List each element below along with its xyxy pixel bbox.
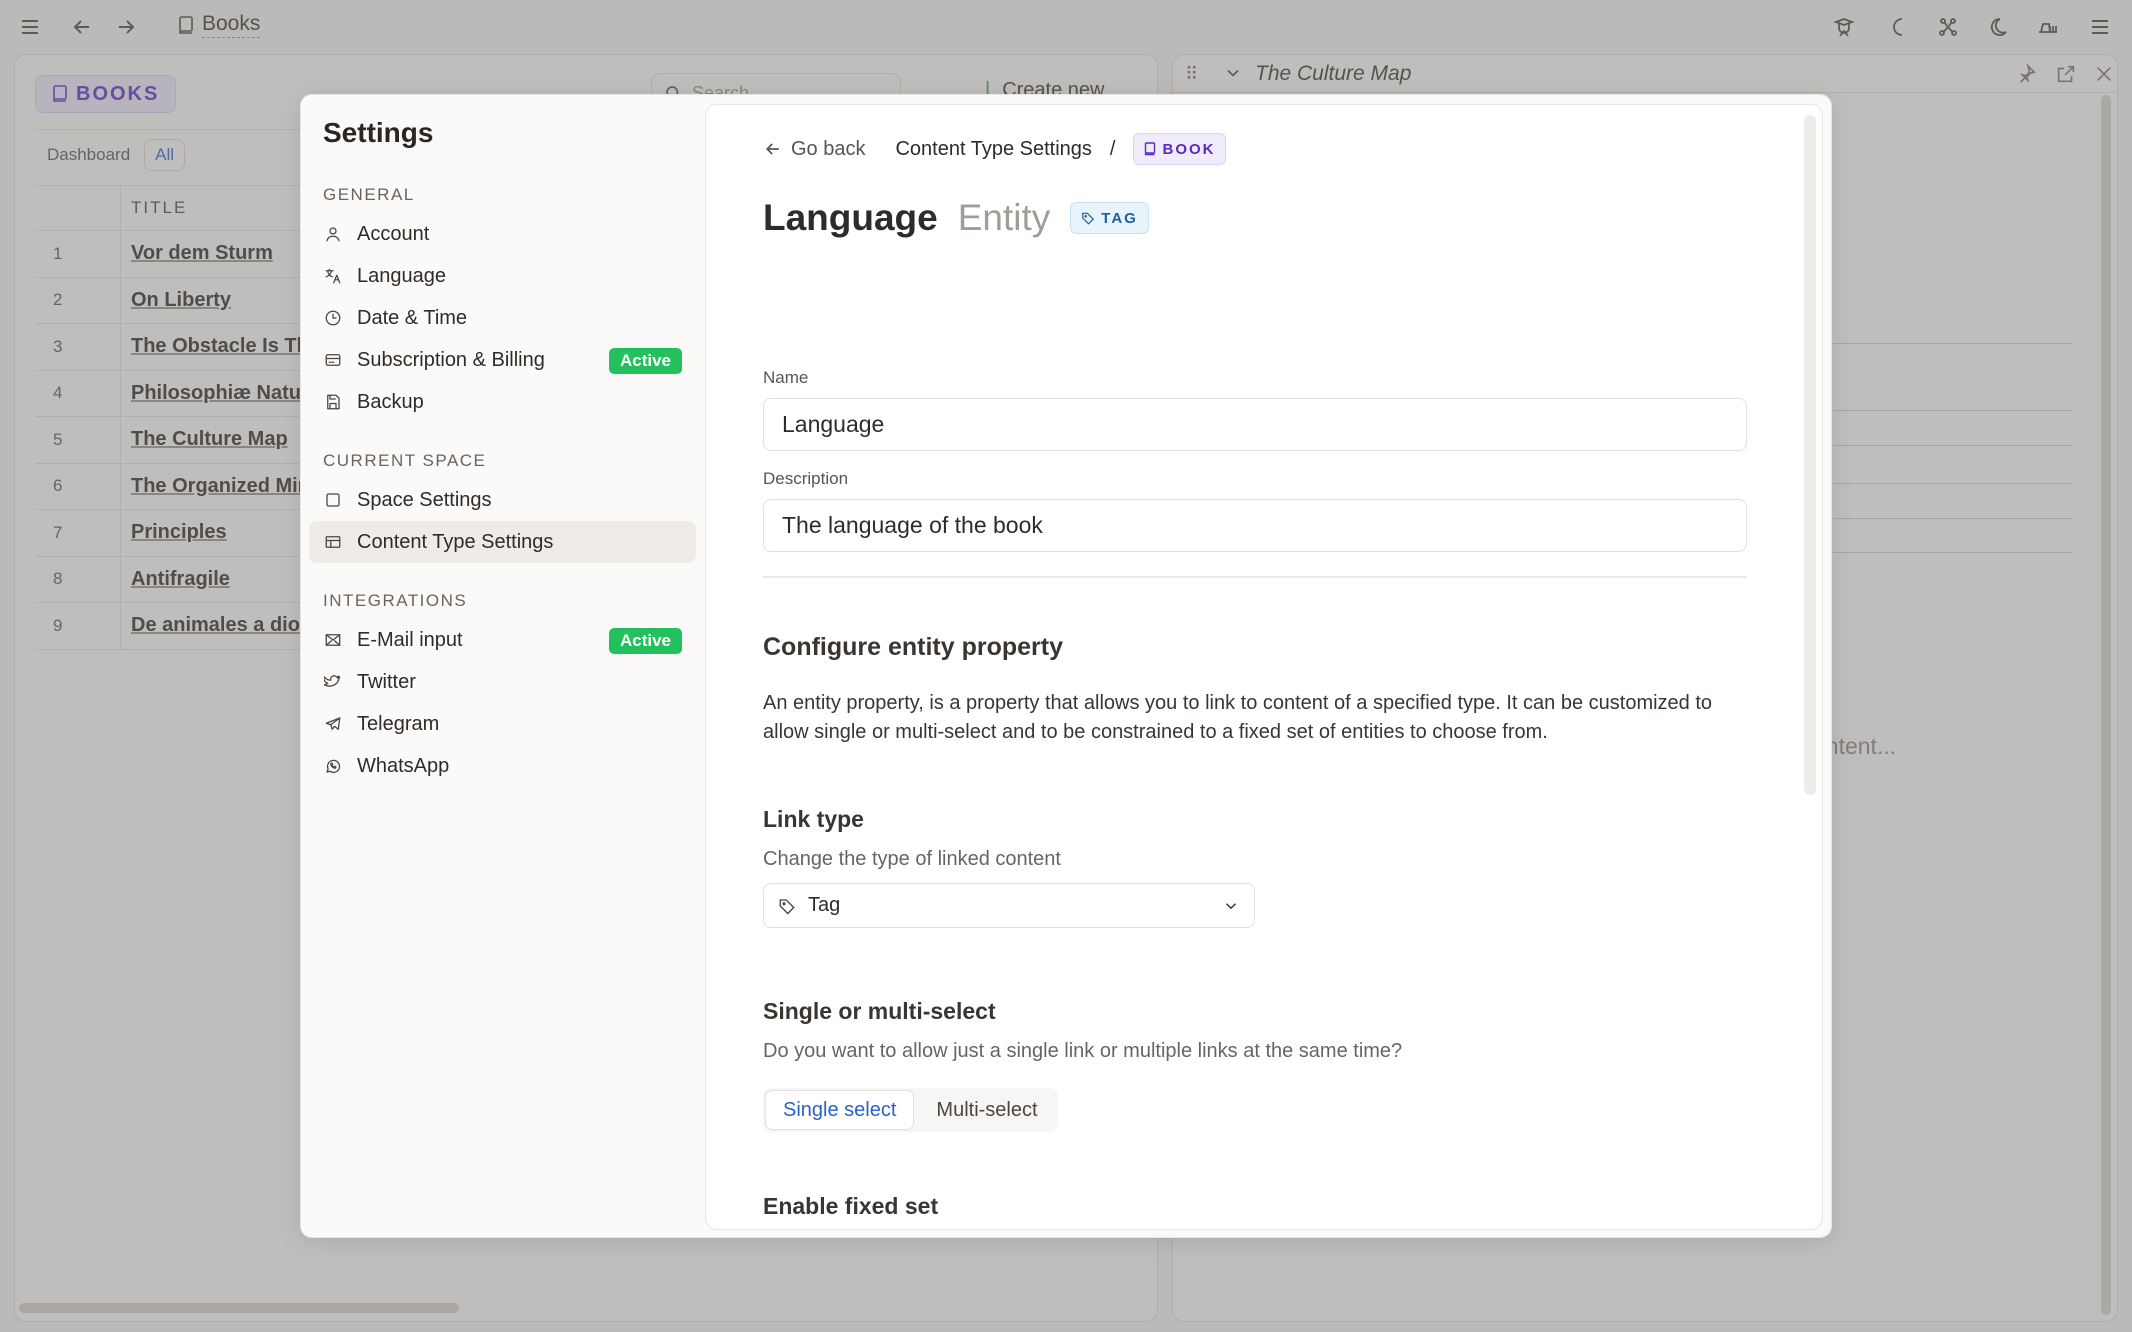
settings-sidebar: GENERAL Account Language Date & Time Subscri… bbox=[309, 185, 696, 787]
book-badge-label: BOOK bbox=[1162, 140, 1216, 158]
clock-icon bbox=[323, 308, 343, 328]
breadcrumb: Go back Content Type Settings / BOOK bbox=[763, 133, 1227, 165]
configure-description: An entity property, is a property that a… bbox=[763, 692, 1713, 743]
go-back-label: Go back bbox=[791, 137, 866, 160]
link-type-select[interactable]: Tag bbox=[763, 883, 1255, 928]
select-mode-option-single-select[interactable]: Single select bbox=[765, 1090, 915, 1130]
link-type-value: Tag bbox=[808, 894, 841, 916]
fixed-set-heading: Enable fixed set bbox=[763, 1193, 939, 1219]
name-label: Name bbox=[763, 368, 809, 387]
tag-badge-label: TAG bbox=[1101, 209, 1138, 227]
tag-icon bbox=[779, 898, 795, 914]
sidebar-item-label: Account bbox=[357, 222, 430, 245]
sidebar-item-label: Backup bbox=[357, 390, 424, 413]
sidebar-item-telegram[interactable]: Telegram bbox=[309, 703, 696, 745]
sidebar-item-whatsapp[interactable]: WhatsApp bbox=[309, 745, 696, 787]
sidebar-item-language[interactable]: Language bbox=[309, 255, 696, 297]
settings-title: Settings bbox=[323, 117, 434, 148]
name-field[interactable] bbox=[763, 398, 1747, 451]
sidebar-item-label: Space Settings bbox=[357, 488, 492, 511]
settings-modal: Settings GENERAL Account Language Date & Ti… bbox=[300, 94, 1832, 1238]
layout-table-icon bbox=[323, 532, 343, 552]
translate-icon bbox=[323, 266, 343, 286]
chevron-down-icon bbox=[1225, 903, 1237, 910]
status-badge: Active bbox=[608, 348, 682, 374]
link-type-description: Change the type of linked content bbox=[763, 848, 1061, 870]
content-scrollbar[interactable] bbox=[1804, 115, 1816, 795]
sidebar-item-label: Date & Time bbox=[357, 306, 468, 329]
sidebar-item-label: Twitter bbox=[357, 670, 416, 693]
telegram-icon bbox=[323, 714, 343, 734]
content-type-badge-book[interactable]: BOOK bbox=[1133, 133, 1227, 165]
sidebar-section-heading: GENERAL bbox=[323, 185, 415, 204]
sidebar-item-label: Language bbox=[357, 264, 446, 287]
arrow-left-icon bbox=[765, 143, 779, 155]
whatsapp-icon bbox=[323, 756, 343, 776]
save-icon bbox=[323, 392, 343, 412]
select-mode-option-multi-select[interactable]: Multi-select bbox=[918, 1090, 1055, 1130]
sidebar-item-space-settings[interactable]: Space Settings bbox=[309, 479, 696, 521]
sidebar-item-e-mail-input[interactable]: E-Mail input Active bbox=[309, 619, 696, 661]
select-mode-toggle: Single select Multi-select bbox=[763, 1088, 1058, 1132]
twitter-icon bbox=[323, 672, 343, 692]
mail-icon bbox=[323, 630, 343, 650]
sidebar-item-content-type-settings[interactable]: Content Type Settings bbox=[309, 521, 696, 563]
book-icon bbox=[1145, 142, 1156, 156]
select-mode-description: Do you want to allow just a single link … bbox=[763, 1040, 1403, 1062]
divider bbox=[763, 576, 1747, 578]
sidebar-item-subscription-billing[interactable]: Subscription & Billing Active bbox=[309, 339, 696, 381]
property-heading: Language Entity TAG bbox=[763, 197, 1149, 239]
sidebar-item-date-time[interactable]: Date & Time bbox=[309, 297, 696, 339]
status-badge: Active bbox=[608, 628, 682, 654]
breadcrumb-separator: / bbox=[1109, 137, 1116, 160]
sidebar-item-label: Telegram bbox=[357, 712, 440, 735]
property-name-heading: Language bbox=[763, 197, 938, 238]
settings-content: Go back Content Type Settings / BOOK Lan… bbox=[705, 104, 1823, 1230]
tag-icon bbox=[1082, 212, 1095, 225]
sidebar-section-heading: INTEGRATIONS bbox=[323, 591, 468, 610]
sidebar-section-heading: CURRENT SPACE bbox=[323, 451, 487, 470]
sidebar-item-account[interactable]: Account bbox=[309, 213, 696, 255]
description-field[interactable] bbox=[763, 499, 1747, 552]
description-label: Description bbox=[763, 469, 849, 488]
sidebar-item-backup[interactable]: Backup bbox=[309, 381, 696, 423]
sidebar-item-twitter[interactable]: Twitter bbox=[309, 661, 696, 703]
link-type-heading: Link type bbox=[763, 806, 864, 832]
property-kind: Entity bbox=[957, 197, 1051, 238]
select-mode-heading: Single or multi-select bbox=[763, 998, 996, 1024]
breadcrumb-content-type-settings[interactable]: Content Type Settings bbox=[895, 138, 1091, 161]
square-icon bbox=[323, 490, 343, 510]
sidebar-item-label: E-Mail input bbox=[357, 628, 463, 651]
sidebar-item-label: Content Type Settings bbox=[357, 530, 554, 553]
credit-card-icon bbox=[323, 350, 343, 370]
user-icon bbox=[323, 224, 343, 244]
go-back-button[interactable]: Go back bbox=[763, 138, 865, 161]
sidebar-item-label: Subscription & Billing bbox=[357, 348, 545, 371]
configure-heading: Configure entity property bbox=[763, 633, 1064, 661]
sidebar-item-label: WhatsApp bbox=[357, 754, 450, 777]
property-type-badge: TAG bbox=[1070, 202, 1149, 234]
